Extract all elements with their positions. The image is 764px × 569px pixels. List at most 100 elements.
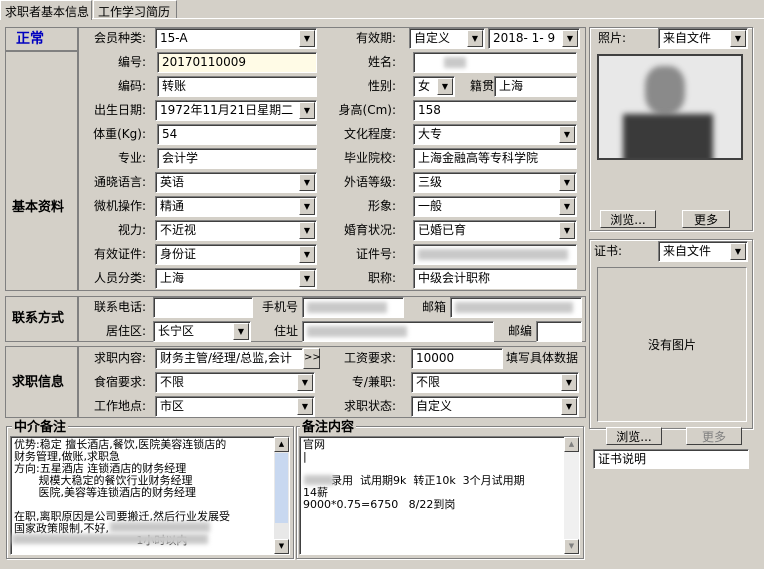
computer-combo[interactable]: 精通 ▼ bbox=[155, 196, 317, 217]
id-type-combo[interactable]: 身份证 ▼ bbox=[155, 244, 317, 265]
cert-source-value: 来自文件 bbox=[663, 244, 712, 258]
language-combo[interactable]: 英语 ▼ bbox=[155, 172, 317, 193]
scrollbar[interactable]: ▲ ▼ bbox=[564, 437, 579, 554]
job-content-more-button[interactable]: >> bbox=[303, 348, 321, 369]
cert-more-button[interactable]: 更多 bbox=[686, 427, 742, 445]
chevron-down-icon[interactable]: ▼ bbox=[297, 398, 313, 415]
job-content-field[interactable]: 财务主管/经理/总监,会计 bbox=[155, 348, 303, 369]
scroll-up-icon[interactable]: ▲ bbox=[564, 437, 579, 452]
zip-field[interactable] bbox=[536, 321, 582, 342]
marital-combo[interactable]: 已婚已育 ▼ bbox=[413, 220, 577, 241]
member-type-combo[interactable]: 15-A ▼ bbox=[155, 28, 317, 49]
chevron-down-icon[interactable]: ▼ bbox=[559, 222, 575, 239]
code-label: 编码: bbox=[117, 79, 146, 93]
appearance-combo[interactable]: 一般 ▼ bbox=[413, 196, 577, 217]
board-combo[interactable]: 不限 ▼ bbox=[155, 372, 315, 393]
mobile-field[interactable] bbox=[302, 297, 404, 318]
gender-value: 女 bbox=[418, 79, 431, 93]
chevron-down-icon[interactable]: ▼ bbox=[299, 222, 315, 239]
vision-label: 视力: bbox=[117, 223, 146, 237]
birth-date-picker[interactable]: 1972年11月21日星期二 ▼ bbox=[155, 100, 317, 121]
chevron-down-icon[interactable]: ▼ bbox=[559, 174, 575, 191]
height-field[interactable]: 158 bbox=[413, 100, 577, 121]
code-field[interactable]: 转账 bbox=[157, 76, 317, 97]
chevron-down-icon[interactable]: ▼ bbox=[299, 270, 315, 287]
chevron-down-icon[interactable]: ▼ bbox=[559, 126, 575, 143]
id-type-label: 有效证件: bbox=[93, 247, 146, 261]
chevron-down-icon[interactable]: ▼ bbox=[562, 30, 578, 47]
cert-source-combo[interactable]: 来自文件 ▼ bbox=[658, 241, 748, 262]
redacted bbox=[418, 249, 568, 260]
job-state-value: 自定义 bbox=[416, 399, 453, 413]
number-field[interactable]: 20170110009 bbox=[157, 52, 317, 73]
scroll-down-icon[interactable]: ▼ bbox=[564, 539, 579, 554]
salary-field[interactable]: 10000 bbox=[411, 348, 503, 369]
chevron-down-icon[interactable]: ▼ bbox=[467, 30, 483, 47]
scrollbar[interactable]: ▲ ▼ bbox=[274, 437, 289, 554]
tab-divider bbox=[0, 18, 764, 19]
photo-more-button[interactable]: 更多 bbox=[682, 210, 730, 228]
valid-mode-combo[interactable]: 自定义 ▼ bbox=[409, 28, 485, 49]
chevron-down-icon[interactable]: ▼ bbox=[561, 398, 577, 415]
chevron-down-icon[interactable]: ▼ bbox=[299, 30, 315, 47]
address-field[interactable] bbox=[302, 321, 494, 342]
photo-source-combo[interactable]: 来自文件 ▼ bbox=[658, 28, 748, 49]
cert-image: 没有图片 bbox=[597, 267, 747, 422]
school-field[interactable]: 上海金融高等专科学院 bbox=[413, 148, 577, 169]
weight-label: 体重(Kg): bbox=[93, 127, 146, 141]
tab-basic-info[interactable]: 求职者基本信息 bbox=[0, 0, 92, 20]
scroll-down-icon[interactable]: ▼ bbox=[274, 539, 289, 554]
cert-browse-button[interactable]: 浏览... bbox=[606, 427, 662, 445]
address-label: 住址 bbox=[273, 324, 298, 338]
email-field[interactable] bbox=[450, 297, 582, 318]
chevron-down-icon[interactable]: ▼ bbox=[233, 323, 249, 340]
location-combo[interactable]: 市区 ▼ bbox=[155, 396, 315, 417]
lang-level-combo[interactable]: 三级 ▼ bbox=[413, 172, 577, 193]
cert-desc-field[interactable]: 证书说明 bbox=[593, 449, 749, 469]
phone-field[interactable] bbox=[153, 297, 253, 318]
district-label: 居住区: bbox=[105, 324, 146, 338]
chevron-down-icon[interactable]: ▼ bbox=[297, 374, 313, 391]
chevron-down-icon[interactable]: ▼ bbox=[299, 174, 315, 191]
photo-browse-button[interactable]: 浏览... bbox=[600, 210, 656, 228]
chevron-down-icon[interactable]: ▼ bbox=[559, 198, 575, 215]
chevron-down-icon[interactable]: ▼ bbox=[730, 243, 746, 260]
title-field[interactable]: 中级会计职称 bbox=[413, 268, 577, 289]
category-combo[interactable]: 上海 ▼ bbox=[155, 268, 317, 289]
major-label: 专业: bbox=[117, 151, 146, 165]
chevron-down-icon[interactable]: ▼ bbox=[561, 374, 577, 391]
appearance-label: 形象: bbox=[367, 199, 396, 213]
education-value: 大专 bbox=[418, 127, 443, 141]
birth-value: 1972年11月21日星期二 bbox=[160, 103, 294, 117]
tab-resume[interactable]: 工作学习简历 bbox=[93, 0, 177, 19]
weight-field[interactable]: 54 bbox=[157, 124, 317, 145]
chevron-down-icon[interactable]: ▼ bbox=[299, 198, 315, 215]
phone-label: 联系电话: bbox=[93, 300, 146, 314]
board-value: 不限 bbox=[160, 375, 185, 389]
name-label: 姓名: bbox=[367, 55, 396, 69]
origin-field[interactable]: 上海 bbox=[494, 76, 577, 97]
number-label: 编号: bbox=[117, 55, 146, 69]
gender-combo[interactable]: 女 ▼ bbox=[413, 76, 455, 97]
chevron-down-icon[interactable]: ▼ bbox=[299, 246, 315, 263]
photo-label: 照片: bbox=[598, 31, 627, 45]
id-no-field[interactable] bbox=[413, 244, 577, 265]
chevron-down-icon[interactable]: ▼ bbox=[730, 30, 746, 47]
education-combo[interactable]: 大专 ▼ bbox=[413, 124, 577, 145]
remarks-memo[interactable]: 官网 | 录用 试用期9k 转正10k 3个月试用期 14薪 9000*0.75… bbox=[299, 436, 580, 555]
fulltime-combo[interactable]: 不限 ▼ bbox=[411, 372, 579, 393]
remarks-title: 备注内容 bbox=[300, 420, 357, 436]
chevron-down-icon[interactable]: ▼ bbox=[437, 78, 453, 95]
origin-label: 籍贯 bbox=[469, 79, 494, 93]
scroll-thumb[interactable] bbox=[275, 453, 288, 523]
name-field[interactable] bbox=[413, 52, 577, 73]
job-state-combo[interactable]: 自定义 ▼ bbox=[411, 396, 579, 417]
title-label: 职称: bbox=[367, 271, 396, 285]
chevron-down-icon[interactable]: ▼ bbox=[299, 102, 315, 119]
major-field[interactable]: 会计学 bbox=[157, 148, 317, 169]
district-combo[interactable]: 长宁区 ▼ bbox=[153, 321, 251, 342]
vision-combo[interactable]: 不近视 ▼ bbox=[155, 220, 317, 241]
valid-date-picker[interactable]: 2018- 1- 9 ▼ bbox=[488, 28, 580, 49]
scroll-up-icon[interactable]: ▲ bbox=[274, 437, 289, 452]
district-value: 长宁区 bbox=[158, 324, 195, 338]
